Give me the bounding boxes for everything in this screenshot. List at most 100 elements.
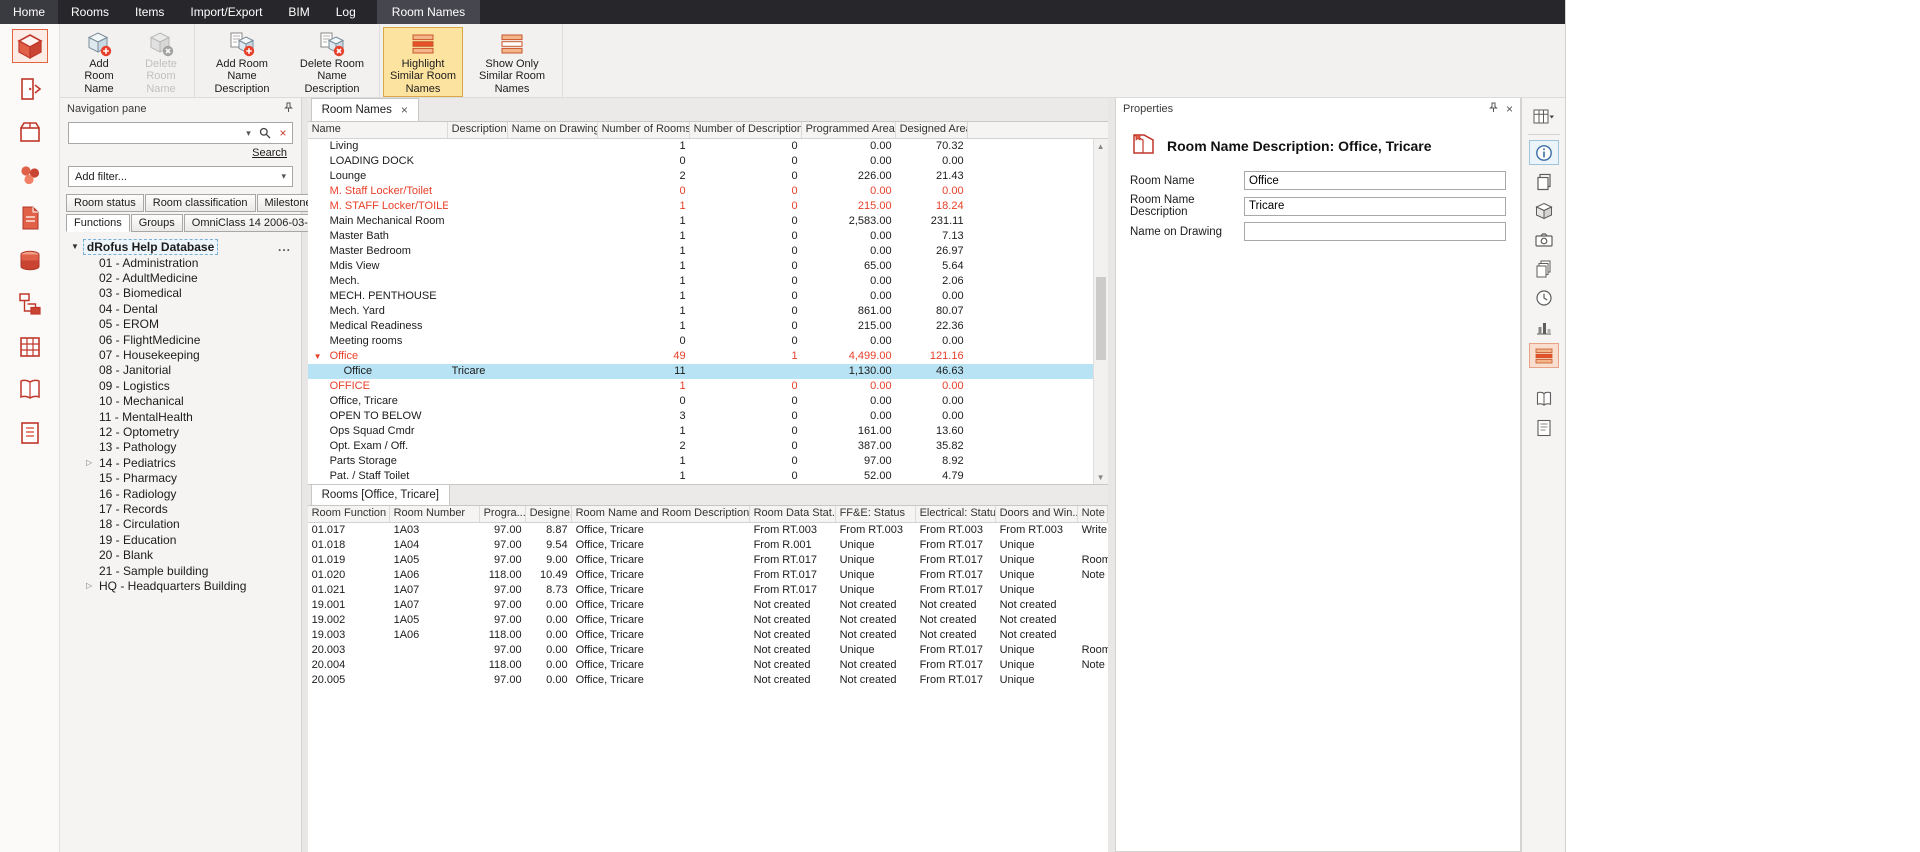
tree-item[interactable]: 01 - Administration: [60, 255, 301, 270]
room-name-description-input[interactable]: [1244, 197, 1506, 216]
tab-functions[interactable]: Functions: [66, 214, 130, 232]
copy-icon[interactable]: [1529, 169, 1559, 194]
clear-search-icon[interactable]: ×: [274, 123, 292, 143]
tree-item[interactable]: 19 - Education: [60, 532, 301, 547]
pin-icon[interactable]: [1488, 102, 1499, 116]
room-name-row[interactable]: Meeting rooms000.000.00: [308, 334, 1093, 349]
row-expanded-icon[interactable]: ▼: [314, 349, 322, 364]
splitter[interactable]: [1108, 98, 1115, 852]
room-row[interactable]: 01.0191A0597.009.00Office, TricareFrom R…: [308, 553, 1108, 568]
search-dropdown-icon[interactable]: ▾: [241, 128, 256, 139]
column-header[interactable]: Room Name and Room Description: [572, 506, 750, 522]
name-on-drawing-input[interactable]: [1244, 222, 1506, 241]
search-input[interactable]: [69, 127, 241, 139]
camera-icon[interactable]: [1529, 227, 1559, 252]
room-row[interactable]: 19.0031A06118.000.00Office, TricareNot c…: [308, 628, 1108, 643]
column-header[interactable]: Name: [308, 122, 448, 138]
tree-root-menu-icon[interactable]: ...: [278, 240, 291, 254]
tab-room-status[interactable]: Room status: [66, 194, 144, 212]
room-name-row[interactable]: OFFICE100.000.00: [308, 379, 1093, 394]
room-row[interactable]: 19.0021A0597.000.00Office, TricareNot cr…: [308, 613, 1108, 628]
room-name-row[interactable]: Main Mechanical Room102,583.00231.11: [308, 214, 1093, 229]
info-icon[interactable]: [1529, 140, 1559, 165]
room-name-row[interactable]: Opt. Exam / Off.20387.0035.82: [308, 439, 1093, 454]
module-finance-icon[interactable]: [12, 244, 48, 278]
column-header[interactable]: Electrical: Status: [916, 506, 996, 522]
tree-root[interactable]: ▼ dRofus Help Database ...: [60, 238, 301, 255]
column-header[interactable]: Note: [1078, 506, 1108, 522]
close-panel-icon[interactable]: ×: [1506, 102, 1513, 116]
column-header[interactable]: Designe...: [526, 506, 572, 522]
module-products-icon[interactable]: [12, 158, 48, 192]
room-name-row[interactable]: Living100.0070.32: [308, 139, 1093, 154]
notes-icon[interactable]: [1529, 415, 1559, 440]
tree-item[interactable]: 06 - FlightMedicine: [60, 332, 301, 347]
tree-item[interactable]: 10 - Mechanical: [60, 394, 301, 409]
module-items-icon[interactable]: [12, 115, 48, 149]
module-workflow-icon[interactable]: [12, 287, 48, 321]
column-header[interactable]: Designed Area: [896, 122, 968, 138]
tree-item[interactable]: 17 - Records: [60, 501, 301, 516]
column-header[interactable]: Doors and Win...: [996, 506, 1078, 522]
scroll-up-icon[interactable]: ▲: [1094, 139, 1108, 153]
tab-groups[interactable]: Groups: [131, 214, 183, 232]
column-header[interactable]: Number of Rooms: [598, 122, 690, 138]
column-header[interactable]: Description: [448, 122, 508, 138]
add-room-name-description-button[interactable]: Add Room Name Description: [198, 27, 286, 97]
room-names-panel-icon[interactable]: [1529, 343, 1559, 368]
room-name-row[interactable]: Lounge20226.0021.43: [308, 169, 1093, 184]
room-name-row[interactable]: Mech. Yard10861.0080.07: [308, 304, 1093, 319]
tree-item[interactable]: 13 - Pathology: [60, 440, 301, 455]
room-name-row[interactable]: MECH. PENTHOUSE100.000.00: [308, 289, 1093, 304]
model-3d-icon[interactable]: [1529, 198, 1559, 223]
menu-items[interactable]: Items: [122, 0, 177, 24]
room-name-row[interactable]: LOADING DOCK000.000.00: [308, 154, 1093, 169]
tree-item[interactable]: 21 - Sample building: [60, 563, 301, 578]
room-name-row[interactable]: Mech.100.002.06: [308, 274, 1093, 289]
menu-import-export[interactable]: Import/Export: [177, 0, 275, 24]
highlight-similar-room-names-button[interactable]: Highlight Similar Room Names: [383, 27, 463, 97]
search-icon[interactable]: [256, 123, 274, 143]
menu-rooms[interactable]: Rooms: [58, 0, 122, 24]
menu-log[interactable]: Log: [323, 0, 369, 24]
module-documents-icon[interactable]: [12, 201, 48, 235]
close-tab-icon[interactable]: ×: [401, 104, 408, 116]
room-row[interactable]: 20.00397.000.00Office, TricareNot create…: [308, 643, 1108, 658]
room-name-row[interactable]: Parts Storage1097.008.92: [308, 454, 1093, 469]
module-buildings-icon[interactable]: [12, 330, 48, 364]
room-name-row[interactable]: OfficeTricare111,130.0046.63: [308, 364, 1093, 379]
room-name-row[interactable]: Pat. / Staff Toilet1052.004.79: [308, 469, 1093, 484]
room-row[interactable]: 19.0011A0797.000.00Office, TricareNot cr…: [308, 598, 1108, 613]
room-name-row[interactable]: M. STAFF Locker/TOILET10215.0018.24: [308, 199, 1093, 214]
tree-item[interactable]: 08 - Janitorial: [60, 363, 301, 378]
tree-item[interactable]: ▷HQ - Headquarters Building: [60, 578, 301, 593]
room-name-row[interactable]: ▼Office4914,499.00121.16: [308, 349, 1093, 364]
tree-item[interactable]: 16 - Radiology: [60, 486, 301, 501]
column-header[interactable]: Room Number: [390, 506, 480, 522]
vertical-scrollbar[interactable]: ▲ ▼: [1093, 139, 1108, 484]
room-name-row[interactable]: Office, Tricare000.000.00: [308, 394, 1093, 409]
room-row[interactable]: 01.0211A0797.008.73Office, TricareFrom R…: [308, 583, 1108, 598]
tree-item[interactable]: 12 - Optometry: [60, 424, 301, 439]
module-reports-icon[interactable]: [12, 373, 48, 407]
add-filter-dropdown[interactable]: Add filter... ▾: [68, 166, 293, 187]
tab-rooms-office-tricare[interactable]: Rooms [Office, Tricare]: [311, 484, 450, 505]
room-row[interactable]: 20.00597.000.00Office, TricareNot create…: [308, 673, 1108, 688]
column-header[interactable]: FF&E: Status: [836, 506, 916, 522]
tree-item[interactable]: 11 - MentalHealth: [60, 409, 301, 424]
expand-icon[interactable]: ▷: [86, 581, 99, 590]
tree-item[interactable]: 04 - Dental: [60, 301, 301, 316]
room-row[interactable]: 01.0181A0497.009.54Office, TricareFrom R…: [308, 538, 1108, 553]
view-selector-icon[interactable]: [1529, 104, 1559, 129]
column-header[interactable]: Name on Drawing: [508, 122, 598, 138]
report-icon[interactable]: [1529, 386, 1559, 411]
add-room-name-button[interactable]: Add Room Name: [69, 27, 129, 97]
column-header[interactable]: Number of Descriptions: [690, 122, 802, 138]
room-name-row[interactable]: Medical Readiness10215.0022.36: [308, 319, 1093, 334]
room-name-input[interactable]: [1244, 171, 1506, 190]
expand-icon[interactable]: ▷: [86, 458, 99, 467]
room-name-row[interactable]: Ops Squad Cmdr10161.0013.60: [308, 424, 1093, 439]
room-row[interactable]: 20.004118.000.00Office, TricareNot creat…: [308, 658, 1108, 673]
tree-item[interactable]: 02 - AdultMedicine: [60, 270, 301, 285]
room-name-row[interactable]: M. Staff Locker/Toilet000.000.00: [308, 184, 1093, 199]
